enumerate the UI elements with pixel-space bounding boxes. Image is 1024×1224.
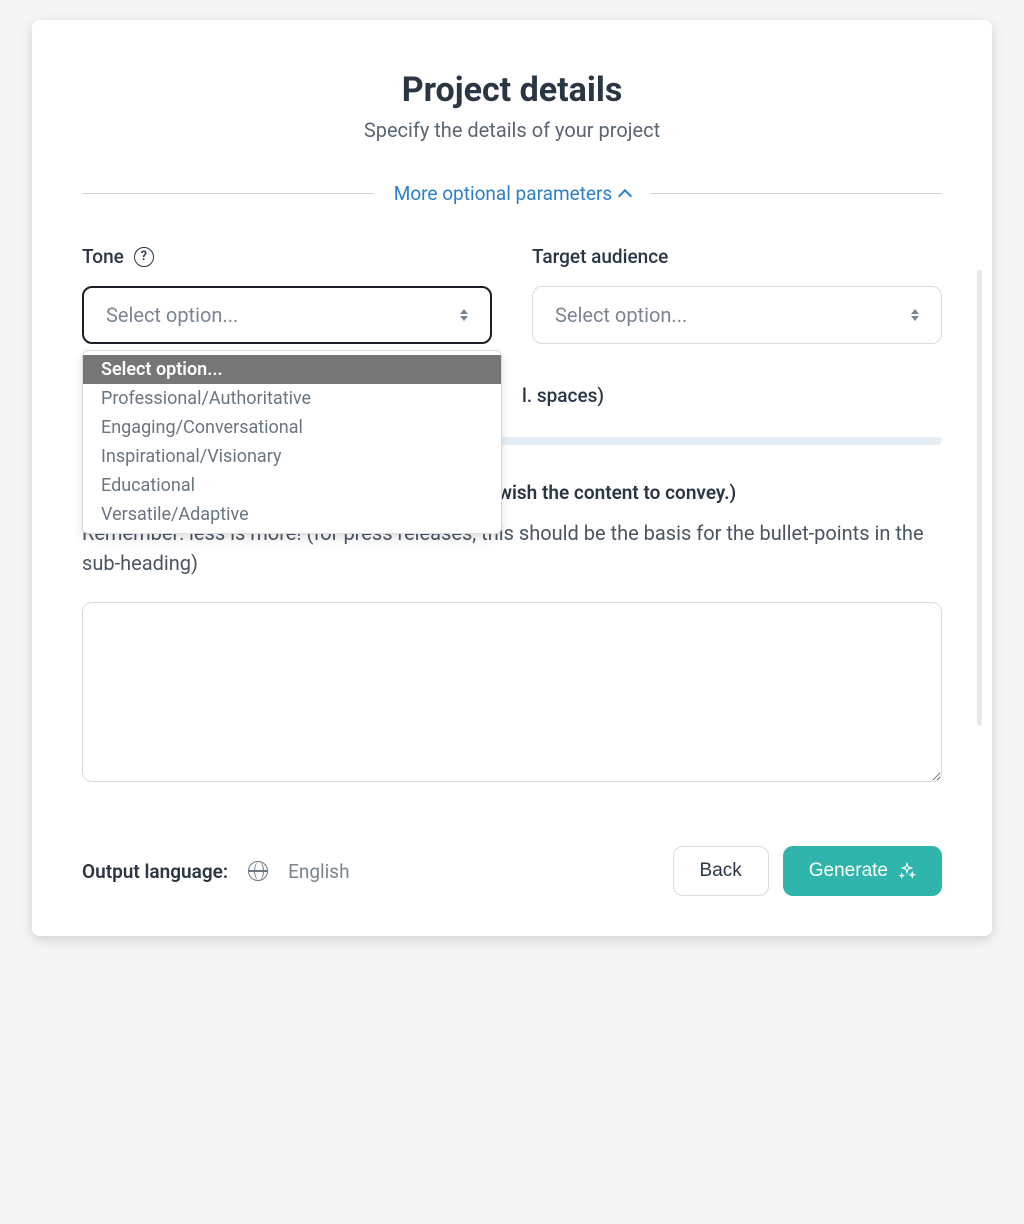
output-language-label: Output language:	[82, 860, 228, 883]
top-fields-row: Tone ? Select option... Select option...…	[82, 245, 942, 344]
more-optional-parameters-label: More optional parameters	[394, 182, 613, 205]
tone-option[interactable]: Professional/Authoritative	[83, 384, 501, 413]
audience-select-value: Select option...	[555, 303, 687, 327]
footer-row: Output language: English Back Generate	[82, 846, 942, 896]
output-language-value: English	[288, 860, 349, 883]
project-details-card: Project details Specify the details of y…	[32, 20, 992, 936]
tone-field: Tone ? Select option... Select option...…	[82, 245, 492, 344]
globe-icon	[248, 861, 268, 881]
select-updown-icon	[911, 309, 919, 321]
tone-dropdown: Select option... Professional/Authoritat…	[82, 350, 502, 534]
select-updown-icon	[460, 309, 468, 321]
divider-left	[82, 193, 374, 194]
scrollbar[interactable]	[977, 270, 982, 726]
tone-option[interactable]: Select option...	[83, 355, 501, 384]
tone-option[interactable]: Versatile/Adaptive	[83, 500, 501, 529]
audience-label: Target audience	[532, 245, 668, 268]
audience-field: Target audience Select option...	[532, 245, 942, 344]
audience-select[interactable]: Select option...	[532, 286, 942, 344]
partially-hidden-label: l. spaces)	[522, 384, 604, 407]
divider-right	[650, 193, 942, 194]
key-messages-textarea[interactable]	[82, 602, 942, 782]
back-button-label: Back	[700, 860, 742, 882]
tone-option[interactable]: Engaging/Conversational	[83, 413, 501, 442]
generate-button-label: Generate	[809, 860, 888, 882]
page-subtitle: Specify the details of your project	[82, 118, 942, 142]
tone-label-row: Tone ?	[82, 245, 492, 268]
more-optional-parameters-toggle[interactable]: More optional parameters	[394, 182, 631, 205]
generate-button[interactable]: Generate	[783, 846, 942, 896]
tone-label: Tone	[82, 245, 124, 268]
audience-label-row: Target audience	[532, 245, 942, 268]
tone-option[interactable]: Educational	[83, 471, 501, 500]
tone-option[interactable]: Inspirational/Visionary	[83, 442, 501, 471]
chevron-up-icon	[618, 188, 632, 202]
sparkle-icon	[898, 862, 916, 880]
page-title: Project details	[82, 70, 942, 110]
help-icon[interactable]: ?	[134, 247, 154, 267]
tone-select-value: Select option...	[106, 303, 238, 327]
back-button[interactable]: Back	[673, 846, 769, 896]
optional-params-divider: More optional parameters	[82, 182, 942, 205]
tone-select[interactable]: Select option...	[82, 286, 492, 344]
